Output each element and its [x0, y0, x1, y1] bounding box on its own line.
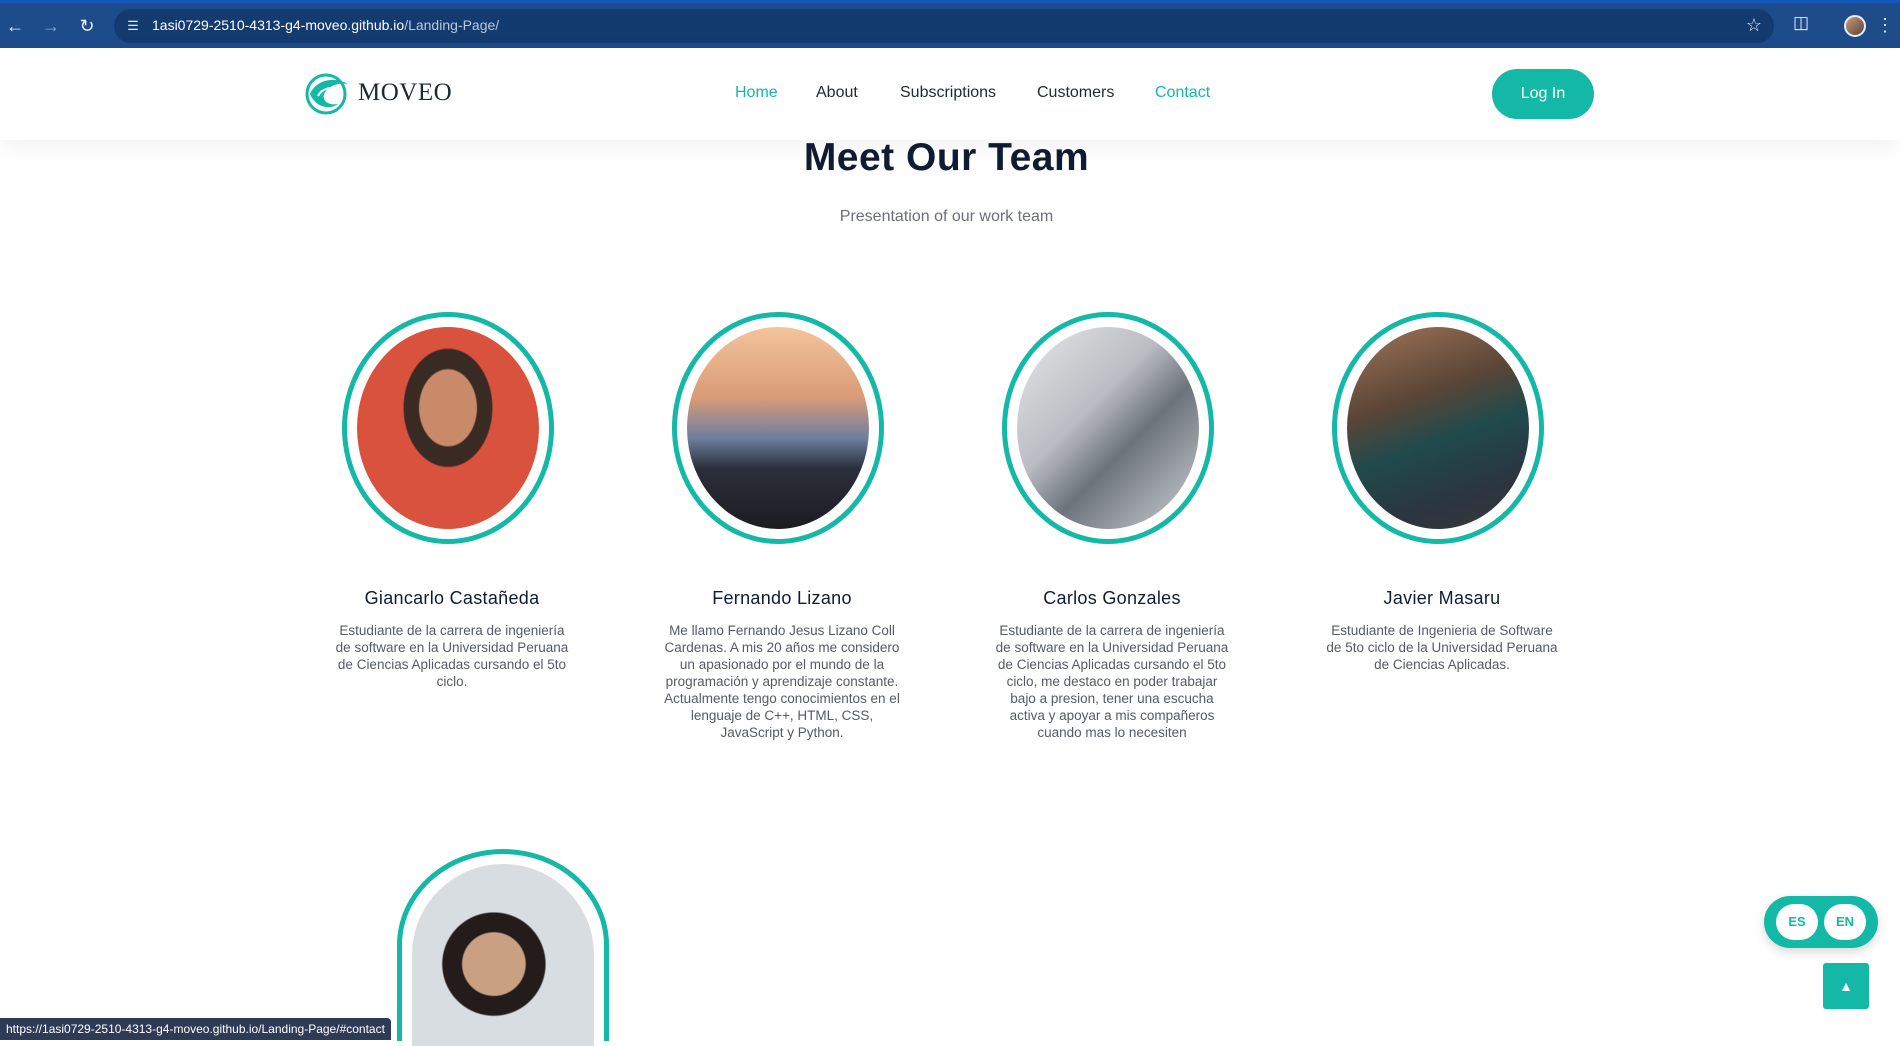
site-header: MOVEO Home About Subscriptions Customers…: [0, 48, 1900, 140]
login-button[interactable]: Log In: [1492, 69, 1594, 119]
profile-avatar[interactable]: [1844, 15, 1866, 37]
member-description: Me llamo Fernando Jesus Lizano Coll Card…: [664, 623, 900, 740]
member-photo: [357, 327, 539, 529]
nav-contact[interactable]: Contact: [1155, 84, 1210, 102]
browser-menu-icon[interactable]: ⋮: [1876, 15, 1894, 36]
member-name: Javier Masaru: [1383, 588, 1501, 608]
member-photo: [412, 864, 594, 1046]
back-to-top-button[interactable]: ▲: [1823, 963, 1869, 1009]
url-host: 1asi0729-2510-4313-g4-moveo.github.io: [152, 17, 405, 33]
forward-arrow-icon[interactable]: →: [40, 15, 62, 37]
avatar-ring: [1332, 312, 1544, 544]
member-description: Estudiante de la carrera de ingeniería d…: [995, 623, 1229, 740]
url-text[interactable]: 1asi0729-2510-4313-g4-moveo.github.io/La…: [152, 17, 499, 33]
address-bar[interactable]: ☰ 1asi0729-2510-4313-g4-moveo.github.io/…: [114, 9, 1774, 43]
arrow-up-icon: ▲: [1839, 978, 1853, 994]
url-path: /Landing-Page/: [404, 17, 500, 33]
member-photo: [687, 327, 869, 529]
section-title: Meet Our Team: [803, 136, 1090, 179]
avatar-ring: [672, 312, 884, 544]
nav-subscriptions[interactable]: Subscriptions: [900, 84, 996, 102]
bookmark-star-icon[interactable]: ☆: [1746, 15, 1762, 36]
team-member-card: Carlos Gonzales Estudiante de la carrera…: [982, 312, 1242, 762]
member-name: Fernando Lizano: [712, 588, 852, 608]
team-member-card: Fernando Lizano Me llamo Fernando Jesus …: [652, 312, 912, 762]
browser-toolbar: ← → ↻ ☰ 1asi0729-2510-4313-g4-moveo.gith…: [0, 0, 1900, 48]
member-description: Estudiante de Ingenieria de Software de …: [1326, 623, 1558, 672]
language-switcher: ES EN: [1764, 896, 1878, 948]
link-status-bar: https://1asi0729-2510-4313-g4-moveo.gith…: [0, 1018, 391, 1040]
team-member-card: Javier Masaru Estudiante de Ingenieria d…: [1312, 312, 1572, 702]
nav-about[interactable]: About: [816, 84, 858, 102]
logo-wave-icon: [305, 73, 348, 115]
section-subtitle: Presentation of our work team: [839, 208, 1054, 225]
avatar-ring: [1002, 312, 1214, 544]
member-photo: [1017, 327, 1199, 529]
member-description: Estudiante de la carrera de ingeniería d…: [335, 623, 569, 689]
lang-en-button[interactable]: EN: [1824, 904, 1866, 940]
nav-customers[interactable]: Customers: [1037, 84, 1114, 102]
avatar-ring: [397, 849, 609, 1046]
nav-home[interactable]: Home: [735, 84, 778, 102]
logo-text: MOVEO: [358, 79, 453, 106]
member-name: Giancarlo Castañeda: [364, 588, 540, 608]
reload-icon[interactable]: ↻: [76, 15, 98, 37]
site-settings-icon[interactable]: ☰: [124, 17, 142, 35]
avatar-ring: [342, 312, 554, 544]
back-arrow-icon[interactable]: ←: [4, 15, 26, 37]
member-photo: [1347, 327, 1529, 529]
team-member-card: Giancarlo Castañeda Estudiante de la car…: [322, 312, 582, 702]
member-name: Carlos Gonzales: [1043, 588, 1181, 608]
extensions-icon[interactable]: ◫: [1790, 13, 1812, 35]
lang-es-button[interactable]: ES: [1776, 904, 1818, 940]
